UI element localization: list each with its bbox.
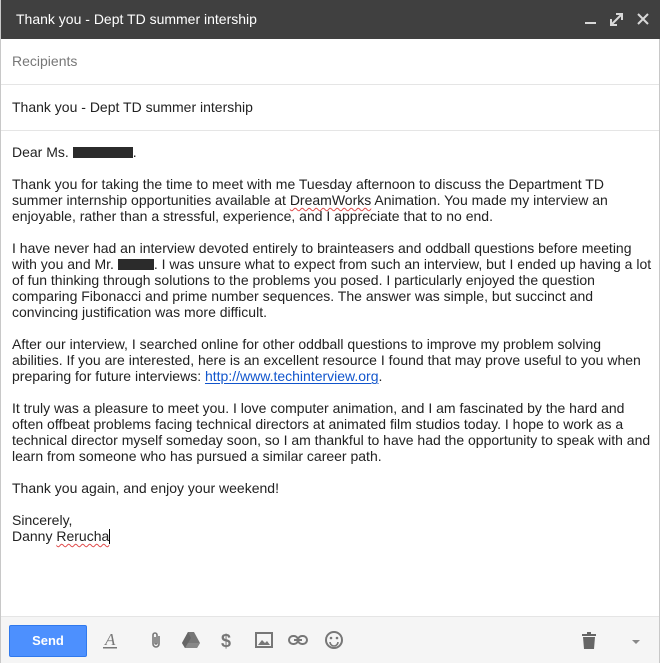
resource-link[interactable]: http://www.techinterview.org (205, 368, 379, 384)
minimize-icon[interactable] (581, 8, 601, 30)
more-options-icon[interactable] (626, 630, 646, 650)
paragraph-1: Thank you for taking the time to meet wi… (12, 176, 608, 224)
emoji-icon[interactable] (324, 630, 344, 650)
compose-titlebar[interactable]: Thank you - Dept TD summer intership (1, 0, 660, 39)
window-title: Thank you - Dept TD summer intership (16, 11, 257, 27)
redacted-name (117, 259, 154, 270)
paragraph-5: Thank you again, and enjoy your weekend! (12, 480, 279, 496)
expand-icon[interactable] (607, 8, 627, 30)
svg-text:A: A (104, 630, 116, 649)
misspelled-word: DreamWorks (289, 192, 372, 208)
message-body[interactable]: Dear Ms. . Thank you for taking the time… (12, 144, 652, 544)
photo-icon[interactable] (254, 630, 274, 650)
subject-text: Thank you - Dept TD summer intership (12, 99, 253, 115)
compose-window: Thank you - Dept TD summer intership Rec… (0, 0, 660, 663)
signature: Danny Rerucha (12, 528, 111, 544)
paragraph-3: After our interview, I searched online f… (12, 336, 641, 384)
recipients-placeholder: Recipients (12, 53, 78, 69)
closing: Sincerely, (12, 512, 73, 528)
salutation: Dear Ms. . (12, 144, 137, 160)
trash-icon[interactable] (579, 630, 599, 650)
compose-toolbar: Send A $ (1, 616, 659, 663)
svg-text:$: $ (221, 631, 231, 650)
recipients-field[interactable]: Recipients (1, 39, 659, 85)
close-icon[interactable] (633, 8, 653, 30)
paragraph-4: It truly was a pleasure to meet you. I l… (12, 400, 651, 464)
subject-field[interactable]: Thank you - Dept TD summer intership (1, 85, 659, 131)
drive-icon[interactable] (181, 630, 201, 650)
paragraph-2: I have never had an interview devoted en… (12, 240, 652, 320)
send-button[interactable]: Send (9, 625, 87, 657)
money-icon[interactable]: $ (217, 630, 237, 650)
attach-icon[interactable] (146, 630, 166, 650)
redacted-name (72, 147, 133, 158)
formatting-icon[interactable]: A (101, 630, 121, 650)
text-cursor (109, 529, 111, 544)
link-icon[interactable] (288, 630, 308, 650)
